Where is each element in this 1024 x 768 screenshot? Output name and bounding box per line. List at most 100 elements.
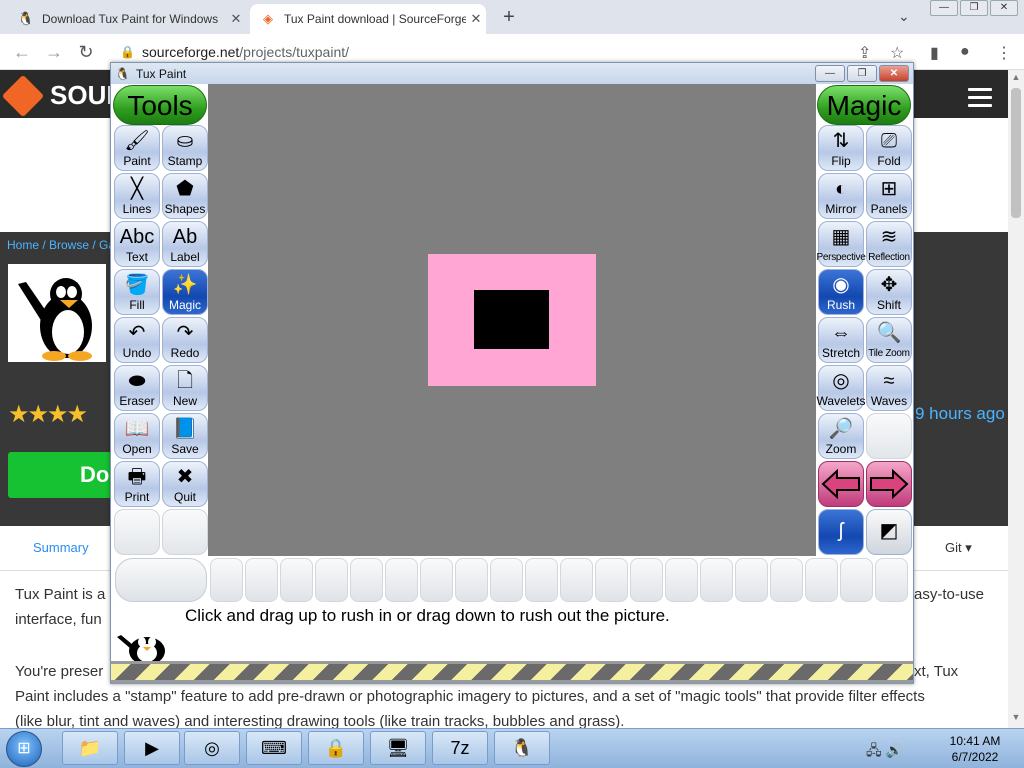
tool-fold-button[interactable]: ⎚ Fold	[866, 125, 912, 171]
tool-shapes-button[interactable]: ⬟ Shapes	[162, 173, 208, 219]
media-player-taskbar-button[interactable]: ▶	[124, 731, 180, 765]
tab-search-icon[interactable]: ⌄	[898, 8, 910, 25]
scroll-up-icon[interactable]: ▲	[1008, 72, 1024, 82]
chrome-taskbar-button[interactable]: ◎	[184, 731, 240, 765]
palette-cell[interactable]	[875, 558, 908, 602]
tool-lines-button[interactable]: ╳ Lines	[114, 173, 160, 219]
minimize-button[interactable]: —	[930, 0, 958, 16]
next-page-button[interactable]	[866, 461, 912, 507]
tool-waves-button[interactable]: ≈ Waves	[866, 365, 912, 411]
fullscreen-mode-button[interactable]: ◩	[866, 509, 912, 555]
tool-wavelets-button[interactable]: ◎ Wavelets	[817, 365, 865, 411]
tool-stretch-button[interactable]: ⇔ Stretch	[818, 317, 864, 363]
palette-cell[interactable]	[630, 558, 663, 602]
restore-button[interactable]: ❐	[960, 0, 988, 16]
tool-reflection-button[interactable]: ≋ Reflection	[866, 221, 912, 267]
palette-cell[interactable]	[525, 558, 558, 602]
shield-lock-taskbar-button[interactable]: 🔒	[308, 731, 364, 765]
bookmark-star-icon[interactable]: ☆	[890, 43, 904, 63]
page-scrollbar[interactable]: ▲ ▼	[1008, 70, 1024, 728]
tool-label: Tile Zoom	[868, 348, 910, 359]
tool-shift-button[interactable]: ✥ Shift	[866, 269, 912, 315]
tool-perspective-button[interactable]: ▦ Perspective	[817, 221, 866, 267]
clock[interactable]: 10:41 AM 6/7/2022	[948, 733, 1002, 765]
tp-minimize-button[interactable]: —	[815, 65, 845, 82]
pentagon-icon: ⬟	[176, 177, 194, 200]
tool-save-button[interactable]: 📘 Save	[162, 413, 208, 459]
tab-git[interactable]: Git ▾	[945, 540, 972, 556]
palette-cell[interactable]	[490, 558, 523, 602]
palette-cell[interactable]	[595, 558, 628, 602]
tool-magic-button[interactable]: ✨ Magic	[162, 269, 208, 315]
tool-label: Stamp	[167, 154, 203, 168]
tool-zoom-button[interactable]: 🔎 Zoom	[818, 413, 864, 459]
download-button[interactable]: Do	[8, 452, 112, 498]
palette-cell[interactable]	[210, 558, 243, 602]
palette-cell[interactable]	[245, 558, 278, 602]
breadcrumb[interactable]: Home / Browse / Ga	[7, 238, 115, 252]
tool-eraser-button[interactable]: ⬬ Eraser	[114, 365, 160, 411]
close-window-button[interactable]: ✕	[990, 0, 1018, 16]
tool-new-button[interactable]: 🗋 New	[162, 365, 208, 411]
palette-cell[interactable]	[420, 558, 453, 602]
tuxpaint-titlebar[interactable]: 🐧 Tux Paint	[111, 63, 913, 84]
scroll-down-icon[interactable]: ▼	[1008, 712, 1024, 722]
palette-cell[interactable]	[315, 558, 348, 602]
computer-taskbar-button[interactable]: 🖥	[370, 731, 426, 765]
explorer-taskbar-button[interactable]: 📁	[62, 731, 118, 765]
palette-cell[interactable]	[700, 558, 733, 602]
profile-icon[interactable]: ●	[960, 43, 970, 61]
prev-page-button[interactable]	[818, 461, 864, 507]
tool-label-button[interactable]: Ab Label	[162, 221, 208, 267]
new-tab-button[interactable]: +	[498, 6, 520, 28]
tool-open-button[interactable]: 📖 Open	[114, 413, 160, 459]
scroll-thumb[interactable]	[1011, 88, 1021, 218]
palette-cell[interactable]	[280, 558, 313, 602]
browser-tab-1[interactable]: 🐧 Download Tux Paint for Windows ✕	[8, 4, 246, 34]
system-tray[interactable]: 🖧 🔊	[866, 740, 903, 764]
palette-cell[interactable]	[385, 558, 418, 602]
palette-cell[interactable]	[770, 558, 803, 602]
palette-cell[interactable]	[455, 558, 488, 602]
tool-mirror-button[interactable]: ◐ Mirror	[818, 173, 864, 219]
tool-panels-button[interactable]: ⊞ Panels	[866, 173, 912, 219]
tool-tile-zoom-button[interactable]: 🔍 Tile Zoom	[866, 317, 912, 363]
tool-text-button[interactable]: Abc Text	[114, 221, 160, 267]
7zip-taskbar-button[interactable]: 7z	[432, 731, 488, 765]
keyboard-taskbar-button[interactable]: ⌨	[246, 731, 302, 765]
palette-cell[interactable]	[350, 558, 383, 602]
tool-undo-button[interactable]: ↶ Undo	[114, 317, 160, 363]
palette-cell[interactable]	[805, 558, 838, 602]
tp-close-button[interactable]: ✕	[879, 65, 909, 82]
tp-maximize-button[interactable]: ❐	[847, 65, 877, 82]
tool-paint-button[interactable]: 🖌 Paint	[114, 125, 160, 171]
drawing-canvas[interactable]: ⚲	[208, 84, 816, 589]
side-panel-icon[interactable]: ▮	[930, 43, 939, 63]
paint-mode-button[interactable]: ʃ	[818, 509, 864, 555]
start-button[interactable]: ⊞	[6, 731, 42, 767]
tool-rush-button[interactable]: ◉ Rush	[818, 269, 864, 315]
forward-icon[interactable]: →	[44, 42, 64, 63]
palette-cell[interactable]	[665, 558, 698, 602]
tool-quit-button[interactable]: ✖ Quit	[162, 461, 208, 507]
back-icon[interactable]: ←	[12, 42, 32, 63]
close-tab-icon[interactable]: ✕	[226, 11, 246, 27]
palette-cell[interactable]	[560, 558, 593, 602]
browser-tab-2[interactable]: ◈ Tux Paint download | SourceForge ✕	[250, 4, 486, 34]
tab-summary[interactable]: Summary	[33, 540, 89, 555]
tuxpaint-taskbar-button[interactable]: 🐧	[494, 731, 550, 765]
close-tab-icon[interactable]: ✕	[466, 11, 486, 27]
tool-fill-button[interactable]: 🪣 Fill	[114, 269, 160, 315]
hamburger-menu-icon[interactable]	[968, 88, 992, 112]
sourceforge-logo[interactable]: SOUR	[1, 74, 125, 117]
tool-flip-button[interactable]: ⇅ Flip	[818, 125, 864, 171]
tool-stamp-button[interactable]: ⛀ Stamp	[162, 125, 208, 171]
tool-redo-button[interactable]: ↷ Redo	[162, 317, 208, 363]
menu-dots-icon[interactable]: ⋮	[996, 43, 1012, 63]
palette-cell[interactable]	[735, 558, 768, 602]
size-selector[interactable]	[115, 558, 207, 602]
share-icon[interactable]: ⇪	[858, 43, 871, 63]
palette-cell[interactable]	[840, 558, 873, 602]
reload-icon[interactable]: ↻	[76, 42, 96, 63]
tool-print-button[interactable]: 🖶 Print	[114, 461, 160, 507]
